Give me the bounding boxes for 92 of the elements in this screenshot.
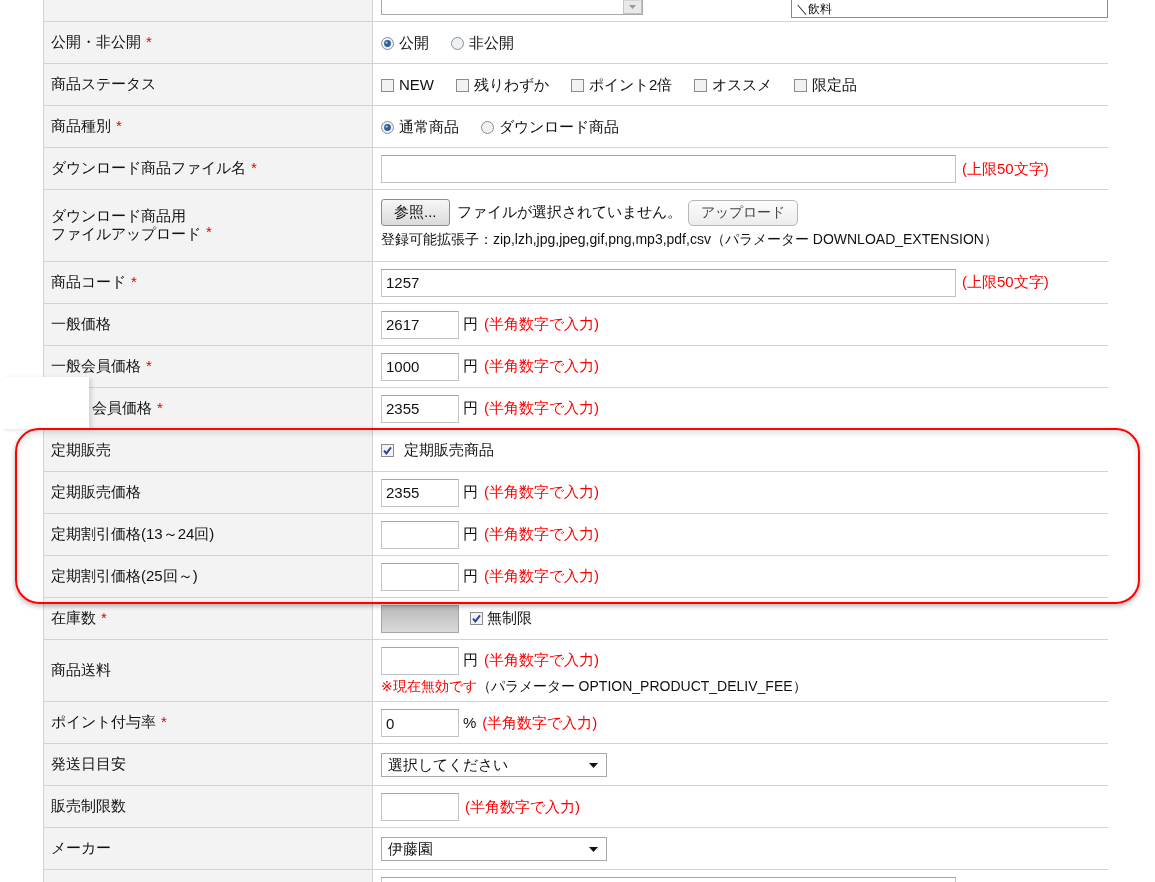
required-mark: * xyxy=(161,713,167,732)
option-label: ポイント2倍 xyxy=(589,75,673,95)
field-label: 商品種別 xyxy=(51,117,111,136)
scroll-arrow-icon[interactable] xyxy=(622,0,642,14)
input-field[interactable]: 1000 xyxy=(381,352,459,381)
input-hint: (半角数字で入力) xyxy=(484,315,599,334)
required-mark: * xyxy=(131,272,137,292)
input-field[interactable] xyxy=(381,562,459,591)
input-field[interactable] xyxy=(381,155,956,183)
required-mark: * xyxy=(146,356,152,376)
input-hint: (上限50文字) xyxy=(962,273,1049,292)
field-label: ポイント付与率 xyxy=(51,713,156,732)
field-label: 会員価格 xyxy=(92,398,152,418)
checkbox[interactable] xyxy=(381,444,394,457)
field-label: 定期割引価格(13～24回) xyxy=(51,524,215,544)
required-mark: * xyxy=(116,117,122,136)
checkbox[interactable] xyxy=(456,78,469,92)
option-label: NEW xyxy=(399,75,434,95)
input-hint: (半角数字で入力) xyxy=(484,483,599,502)
field-label: 商品ステータス xyxy=(51,75,156,94)
required-mark: * xyxy=(157,398,163,418)
radio-button[interactable] xyxy=(381,36,394,50)
upload-button[interactable]: アップロード xyxy=(687,199,798,226)
input-field[interactable]: 2355 xyxy=(381,478,459,507)
field-label: 販売制限数 xyxy=(51,797,126,816)
browse-button[interactable]: 参照... xyxy=(381,199,450,226)
input-hint: (半角数字で入力) xyxy=(484,357,599,376)
dropdown[interactable]: 選択してください xyxy=(381,753,607,777)
checkbox[interactable] xyxy=(794,78,808,92)
checkbox[interactable] xyxy=(571,78,584,92)
field-label: ファイルアップロード xyxy=(51,225,201,244)
input-field[interactable]: 0 xyxy=(381,709,459,737)
unit-label: 円 xyxy=(463,525,478,544)
option-label: 限定品 xyxy=(812,75,858,95)
option-label: オススメ xyxy=(712,75,773,95)
option-label: 公開 xyxy=(399,33,429,53)
input-hint: (半角数字で入力) xyxy=(484,567,599,586)
checkbox[interactable] xyxy=(694,78,708,92)
unit-label: 円 xyxy=(463,651,478,670)
radio-button[interactable] xyxy=(481,120,494,134)
field-label: メーカー xyxy=(51,839,111,858)
field-note: 登録可能拡張子：zip,lzh,jpg,jpeg,gif,png,mp3,pdf,csv（パラメーター DOWNLOAD_EXTENSION） xyxy=(381,231,998,249)
input-field[interactable] xyxy=(381,520,459,549)
field-label: 定期販売 xyxy=(51,440,111,460)
required-mark: * xyxy=(101,608,107,628)
input-hint: (上限50文字) xyxy=(962,159,1049,179)
field-label: 公開・非公開 xyxy=(51,33,141,52)
input-hint: (半角数字で入力) xyxy=(465,797,580,817)
checkbox[interactable] xyxy=(381,78,394,92)
dropdown[interactable]: 伊藤園 xyxy=(381,837,607,861)
required-mark: * xyxy=(206,222,212,242)
field-label: ダウンロード商品用 xyxy=(51,206,186,226)
input-hint: (半角数字で入力) xyxy=(484,525,599,544)
input-field[interactable]: 2355 xyxy=(381,394,459,423)
input-field[interactable]: 1257 xyxy=(381,268,956,297)
unit-label: 円 xyxy=(463,315,478,334)
list-box[interactable] xyxy=(381,0,643,15)
list-box[interactable]: ＼飲料 xyxy=(790,0,1108,18)
caret-icon xyxy=(589,762,598,768)
input-hint: (半角数字で入力) xyxy=(484,399,599,418)
option-label: 残りわずか xyxy=(474,75,549,95)
unit-label: 円 xyxy=(463,357,478,376)
input-field[interactable]: 2617 xyxy=(381,310,459,339)
input-hint: (半角数字で入力) xyxy=(484,651,599,670)
field-label: 一般価格 xyxy=(51,314,111,334)
option-label: 非公開 xyxy=(469,33,514,53)
option-label: 定期販売商品 xyxy=(404,441,494,460)
option-label: 無制限 xyxy=(487,609,532,628)
field-label: 商品コード xyxy=(51,272,126,292)
input-field[interactable] xyxy=(381,793,459,821)
field-label: ダウンロード商品ファイル名 xyxy=(51,159,246,178)
option-label: 通常商品 xyxy=(399,117,459,137)
option-label: ダウンロード商品 xyxy=(499,117,619,137)
field-note: ※現在無効です（パラメーター OPTION_PRODUCT_DELIV_FEE） xyxy=(381,677,807,695)
required-mark: * xyxy=(146,33,152,52)
radio-button[interactable] xyxy=(451,36,464,50)
field-label: 発送日目安 xyxy=(51,755,126,774)
unit-label: 円 xyxy=(463,483,478,502)
unit-label: 円 xyxy=(463,399,478,418)
file-status: ファイルが選択されていません。 xyxy=(456,203,682,222)
field-label: 商品送料 xyxy=(51,660,111,680)
field-label: 定期販売価格 xyxy=(51,482,141,502)
caret-icon xyxy=(589,846,598,852)
unit-label: % xyxy=(463,713,477,733)
input-hint: (半角数字で入力) xyxy=(482,713,598,733)
input-field[interactable] xyxy=(381,646,459,675)
unit-label: 円 xyxy=(463,567,478,586)
required-mark: * xyxy=(251,159,257,178)
field-label: 定期割引価格(25回～) xyxy=(51,566,198,586)
field-label: 在庫数 xyxy=(51,608,96,628)
radio-button[interactable] xyxy=(381,120,394,134)
field-label: 一般会員価格 xyxy=(51,356,141,376)
